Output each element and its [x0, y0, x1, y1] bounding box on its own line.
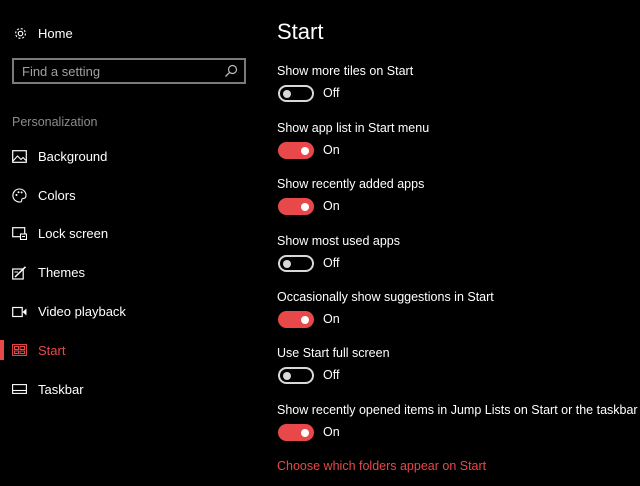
toggle-knob	[283, 259, 291, 268]
toggle-state: On	[323, 143, 340, 157]
setting-label: Show most used apps	[277, 234, 400, 248]
sidebar-nav: Background Colors Lock screen Themes Vid…	[0, 137, 262, 409]
setting-label: Show recently added apps	[277, 177, 425, 191]
sidebar-item-colors[interactable]: Colors	[0, 176, 262, 215]
toggle-knob	[301, 428, 309, 437]
video-icon	[12, 305, 27, 319]
toggle-knob	[301, 202, 309, 211]
search-input[interactable]	[14, 60, 214, 82]
lock-screen-icon	[12, 227, 27, 241]
sidebar-item-background[interactable]: Background	[0, 137, 262, 176]
image-icon	[12, 149, 27, 163]
toggle-knob	[283, 89, 291, 98]
toggle-switch[interactable]	[278, 198, 314, 215]
setting-label: Use Start full screen	[277, 346, 390, 360]
choose-folders-link[interactable]: Choose which folders appear on Start	[277, 459, 486, 473]
sidebar-item-taskbar[interactable]: Taskbar	[0, 370, 262, 409]
home-link[interactable]: Home	[12, 23, 73, 43]
sidebar-item-video-playback[interactable]: Video playback	[0, 292, 262, 331]
sidebar: Home Personalization Background	[0, 0, 262, 486]
setting-label: Show app list in Start menu	[277, 121, 430, 135]
search-box	[12, 58, 246, 84]
sidebar-item-label: Background	[38, 148, 108, 164]
sidebar-item-label: Taskbar	[38, 381, 84, 397]
toggle-knob	[301, 146, 309, 155]
taskbar-icon	[12, 382, 27, 396]
sidebar-item-label: Colors	[38, 187, 76, 203]
setting-label: Show recently opened items in Jump Lists…	[277, 403, 638, 417]
setting-show-app-list: Show app list in Start menu On	[277, 121, 637, 171]
setting-full-screen: Use Start full screen Off	[277, 346, 637, 396]
setting-show-more-tiles: Show more tiles on Start Off	[277, 64, 637, 114]
toggle-state: Off	[323, 256, 340, 270]
palette-icon	[12, 188, 27, 203]
toggle-state: Off	[323, 86, 340, 100]
sidebar-item-themes[interactable]: Themes	[0, 253, 262, 292]
toggle-knob	[283, 371, 291, 380]
toggle-state: On	[323, 425, 340, 439]
sidebar-item-label: Video playback	[38, 304, 126, 320]
setting-recently-added-apps: Show recently added apps On	[277, 177, 637, 227]
toggle-switch[interactable]	[278, 311, 314, 328]
toggle-state: Off	[323, 368, 340, 382]
section-label: Personalization	[12, 115, 98, 129]
sidebar-item-lock-screen[interactable]: Lock screen	[0, 215, 262, 254]
toggle-switch[interactable]	[278, 424, 314, 441]
toggle-switch[interactable]	[278, 367, 314, 384]
setting-most-used-apps: Show most used apps Off	[277, 234, 637, 284]
toggle-state: On	[323, 312, 340, 326]
toggle-state: On	[323, 199, 340, 213]
home-label: Home	[38, 25, 73, 41]
sidebar-item-start[interactable]: Start	[0, 331, 262, 370]
toggle-switch[interactable]	[278, 142, 314, 159]
themes-icon	[12, 266, 27, 280]
setting-label: Occasionally show suggestions in Start	[277, 290, 494, 304]
toggle-knob	[301, 315, 309, 324]
toggle-switch[interactable]	[278, 85, 314, 102]
sidebar-item-label: Themes	[38, 265, 85, 281]
setting-suggestions: Occasionally show suggestions in Start O…	[277, 290, 637, 340]
toggle-switch[interactable]	[278, 255, 314, 272]
setting-label: Show more tiles on Start	[277, 64, 414, 78]
main-content: Start Show more tiles on Start Off Show …	[277, 0, 638, 486]
sidebar-item-label: Lock screen	[38, 226, 109, 242]
gear-icon	[12, 25, 28, 41]
sidebar-item-label: Start	[38, 342, 66, 358]
search-icon[interactable]	[224, 64, 238, 78]
page-title: Start	[277, 19, 324, 44]
setting-jump-lists: Show recently opened items in Jump Lists…	[277, 403, 638, 453]
start-icon	[12, 343, 27, 357]
